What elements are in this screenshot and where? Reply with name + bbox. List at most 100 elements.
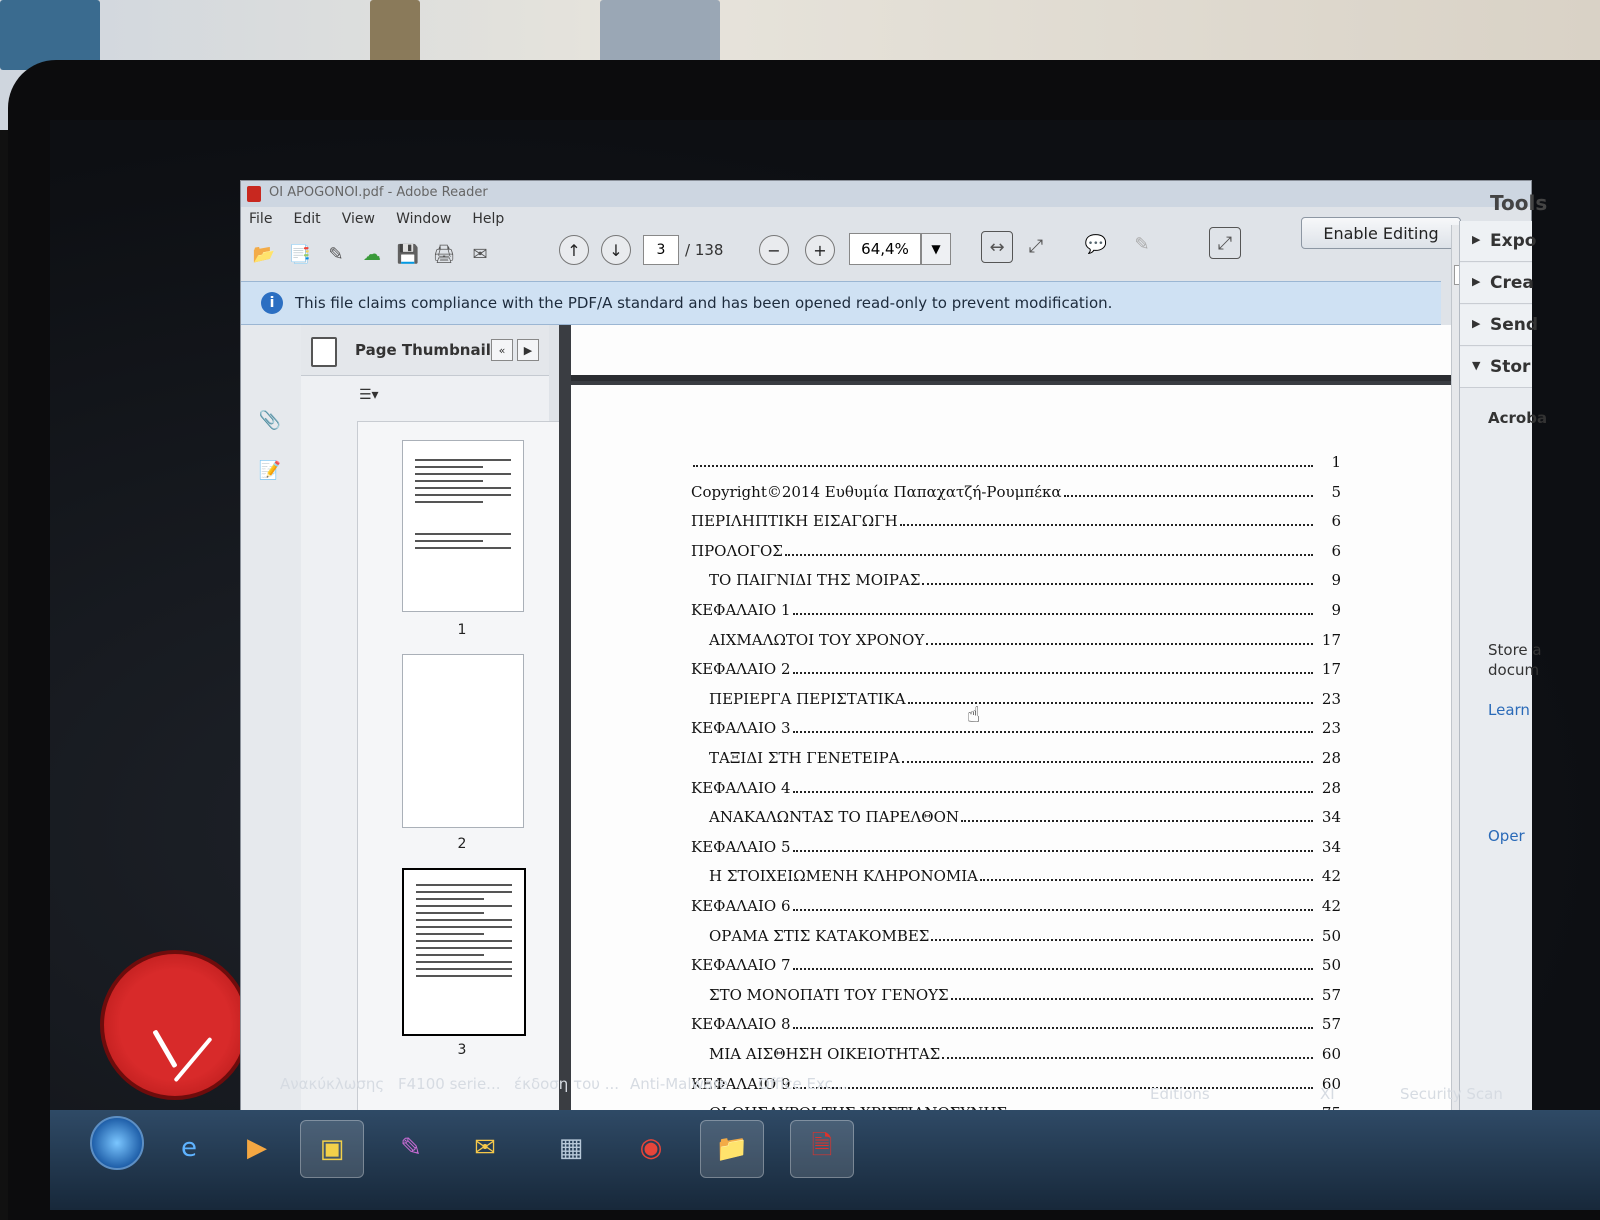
thumbnail-page-2[interactable]: [402, 654, 524, 828]
print-icon[interactable]: 🖨: [429, 239, 459, 269]
toc-entry[interactable]: ΤΟ ΠΑΙΓΝΙΔΙ ΤΗΣ ΜΟΙΡΑΣ 9: [691, 569, 1341, 589]
learn-more-link[interactable]: Learn: [1488, 701, 1530, 719]
thumbnail-options-icon[interactable]: ☰▾: [359, 387, 389, 409]
toc-entry[interactable]: ΚΕΦΑΛΑΙΟ 1 9: [691, 599, 1341, 619]
adobe-reader-taskbar-icon[interactable]: 🗎: [790, 1120, 854, 1178]
toc-entry[interactable]: ΑΙΧΜΑΛΩΤΟΙ ΤΟΥ ΧΡΟΝΟΥ 17: [691, 629, 1341, 649]
toc-entry[interactable]: ΚΕΦΑΛΑΙΟ 8 57: [691, 1013, 1341, 1033]
task-label[interactable]: Anti-Malware: [630, 1075, 728, 1093]
toc-entry-label: ΚΕΦΑΛΑΙΟ 5: [691, 838, 791, 856]
toc-entry-page: 6: [1331, 542, 1341, 560]
upload-cloud-icon[interactable]: ☁: [357, 239, 387, 269]
taskbar-preview-labels: Ανακύκλωσης F4100 serie... έκδοση του ..…: [280, 1075, 1580, 1103]
tools-section-label: Send: [1490, 315, 1539, 335]
sticky-notes-icon[interactable]: ▣: [300, 1120, 364, 1178]
toc-entry[interactable]: ΚΕΦΑΛΑΙΟ 4 28: [691, 777, 1341, 797]
fit-width-icon[interactable]: ↔: [981, 231, 1013, 263]
toc-entry[interactable]: ΚΕΦΑΛΑΙΟ 6 42: [691, 895, 1341, 915]
tools-export-section[interactable]: ▶ Expo: [1460, 221, 1536, 262]
task-label[interactable]: F4100 serie...: [398, 1075, 500, 1093]
sign-icon[interactable]: ✎: [1127, 229, 1157, 259]
task-label[interactable]: Security Scan: [1400, 1085, 1503, 1103]
clock-gadget[interactable]: [100, 950, 250, 1100]
attachments-icon[interactable]: 📎: [255, 405, 285, 435]
task-label[interactable]: XI: [1320, 1085, 1335, 1103]
edit-pdf-icon[interactable]: ✎: [321, 239, 351, 269]
menu-view[interactable]: View: [334, 207, 383, 231]
toc-entry[interactable]: ΤΑΞΙΔΙ ΣΤΗ ΓΕΝΕΤΕΙΡΑ 28: [691, 747, 1341, 767]
email-icon[interactable]: ✉: [465, 239, 495, 269]
toc-entry[interactable]: ΠΕΡΙΛΗΠΤΙΚΗ ΕΙΣΑΓΩΓΗ 6: [691, 510, 1341, 530]
open-file-icon[interactable]: 📂: [249, 239, 279, 269]
onenote-icon[interactable]: ✎: [380, 1120, 442, 1176]
save-icon[interactable]: 💾: [393, 239, 423, 269]
toc-entry[interactable]: Copyright©2014 Ευθυμία Παπαχατζή-Ρουμπέκ…: [691, 481, 1341, 501]
explorer-icon[interactable]: 📁: [700, 1120, 764, 1178]
zoom-level-input[interactable]: 64,4%: [849, 233, 921, 265]
chrome-icon[interactable]: ◉: [620, 1120, 682, 1176]
toc-entry-page: 6: [1331, 512, 1341, 530]
thumbnails-panel: Page Thumbnails « ▶ ☰▾ 1 2 3: [301, 325, 577, 1161]
start-button[interactable]: [90, 1116, 144, 1170]
toc-entry-label: Copyright©2014 Ευθυμία Παπαχατζή-Ρουμπέκ…: [691, 483, 1062, 501]
enable-editing-button[interactable]: Enable Editing: [1301, 217, 1461, 249]
outlook-icon[interactable]: ✉: [454, 1120, 516, 1176]
tools-send-section[interactable]: ▶ Send: [1460, 305, 1538, 346]
page-number-input[interactable]: 3: [643, 235, 679, 265]
acrobat-heading: Acroba: [1488, 409, 1548, 427]
zoom-in-button[interactable]: +: [805, 235, 835, 265]
toc-entry[interactable]: ΜΙΑ ΑΙΣΘΗΣΗ ΟΙΚΕΙΟΤΗΤΑΣ 60: [691, 1043, 1341, 1063]
toc-leader-dots: [792, 613, 1313, 615]
toc-entry[interactable]: Η ΣΤΟΙΧΕΙΩΜΕΝΗ ΚΛΗΡΟΝΟΜΙΑ 42: [691, 865, 1341, 885]
expand-panel-icon[interactable]: ▶: [517, 339, 539, 361]
media-player-icon[interactable]: ▶: [226, 1120, 288, 1176]
comment-icon[interactable]: 💬: [1081, 229, 1111, 259]
task-label[interactable]: Editions: [1150, 1085, 1210, 1103]
signatures-icon[interactable]: 📝: [255, 455, 285, 485]
fit-page-icon[interactable]: ⤢: [1021, 231, 1051, 261]
zoom-out-button[interactable]: −: [759, 235, 789, 265]
tools-store-section[interactable]: ▼ Stor: [1460, 347, 1532, 388]
task-label[interactable]: έκδοση του ...: [514, 1075, 619, 1093]
toc-entry-page: 34: [1321, 838, 1341, 856]
open-link[interactable]: Oper: [1488, 827, 1525, 845]
create-pdf-icon[interactable]: 📑: [285, 239, 315, 269]
calculator-icon[interactable]: ▦: [540, 1120, 602, 1176]
internet-explorer-icon[interactable]: e: [158, 1120, 220, 1176]
fullscreen-icon[interactable]: ⤢: [1209, 227, 1241, 259]
pdfa-message: This file claims compliance with the PDF…: [295, 294, 1113, 312]
toc-leader-dots: [926, 643, 1313, 645]
windows-taskbar: e ▶ ▣ ✎ ✉ ▦ ◉ 📁 🗎: [50, 1110, 1600, 1210]
menu-edit[interactable]: Edit: [286, 207, 329, 231]
toc-entry[interactable]: 1: [691, 451, 1341, 471]
toc-entry[interactable]: ΚΕΦΑΛΑΙΟ 5 34: [691, 836, 1341, 856]
thumbnail-label-1: 1: [457, 622, 467, 638]
tools-create-section[interactable]: ▶ Crea: [1460, 263, 1534, 304]
collapse-panel-icon[interactable]: «: [491, 339, 513, 361]
toc-entry[interactable]: ΚΕΦΑΛΑΙΟ 7 50: [691, 954, 1341, 974]
menu-help[interactable]: Help: [464, 207, 512, 231]
thumbnails-title: Page Thumbnails: [355, 341, 500, 359]
task-label[interactable]: Office Exc...: [758, 1075, 847, 1093]
next-page-button[interactable]: ↓: [601, 235, 631, 265]
toc-entry[interactable]: ΚΕΦΑΛΑΙΟ 3 23: [691, 717, 1341, 737]
previous-page-button[interactable]: ↑: [559, 235, 589, 265]
toc-entry[interactable]: ΟΡΑΜΑ ΣΤΙΣ ΚΑΤΑΚΟΜΒΕΣ 50: [691, 925, 1341, 945]
toc-entry[interactable]: ΠΡΟΛΟΓΟΣ 6: [691, 540, 1341, 560]
toc-entry[interactable]: ΠΕΡΙΕΡΓΑ ΠΕΡΙΣΤΑΤΙΚΑ 23: [691, 688, 1341, 708]
menu-window[interactable]: Window: [388, 207, 459, 231]
tools-title[interactable]: Tools: [1490, 191, 1547, 215]
tools-section-label: Stor: [1490, 357, 1531, 377]
toc-entry[interactable]: ΣΤΟ ΜΟΝΟΠΑΤΙ ΤΟΥ ΓΕΝΟΥΣ 57: [691, 984, 1341, 1004]
toc-leader-dots: [792, 909, 1313, 911]
toc-entry[interactable]: ΚΕΦΑΛΑΙΟ 2 17: [691, 658, 1341, 678]
thumbnail-page-3[interactable]: [402, 868, 526, 1036]
clock-minute-hand: [173, 1036, 213, 1083]
thumbnail-page-1[interactable]: [402, 440, 524, 612]
zoom-dropdown-icon[interactable]: ▼: [921, 233, 951, 265]
menu-file[interactable]: File: [241, 207, 280, 231]
task-label[interactable]: Ανακύκλωσης: [280, 1075, 384, 1093]
toc-entry[interactable]: ΑΝΑΚΑΛΩΝΤΑΣ ΤΟ ΠΑΡΕΛΘΟΝ 34: [691, 806, 1341, 826]
document-viewport[interactable]: 1 Copyright©2014 Ευθυμία Παπαχατζή-Ρουμπέ…: [559, 225, 1466, 1161]
toc-entry-page: 60: [1321, 1045, 1341, 1063]
